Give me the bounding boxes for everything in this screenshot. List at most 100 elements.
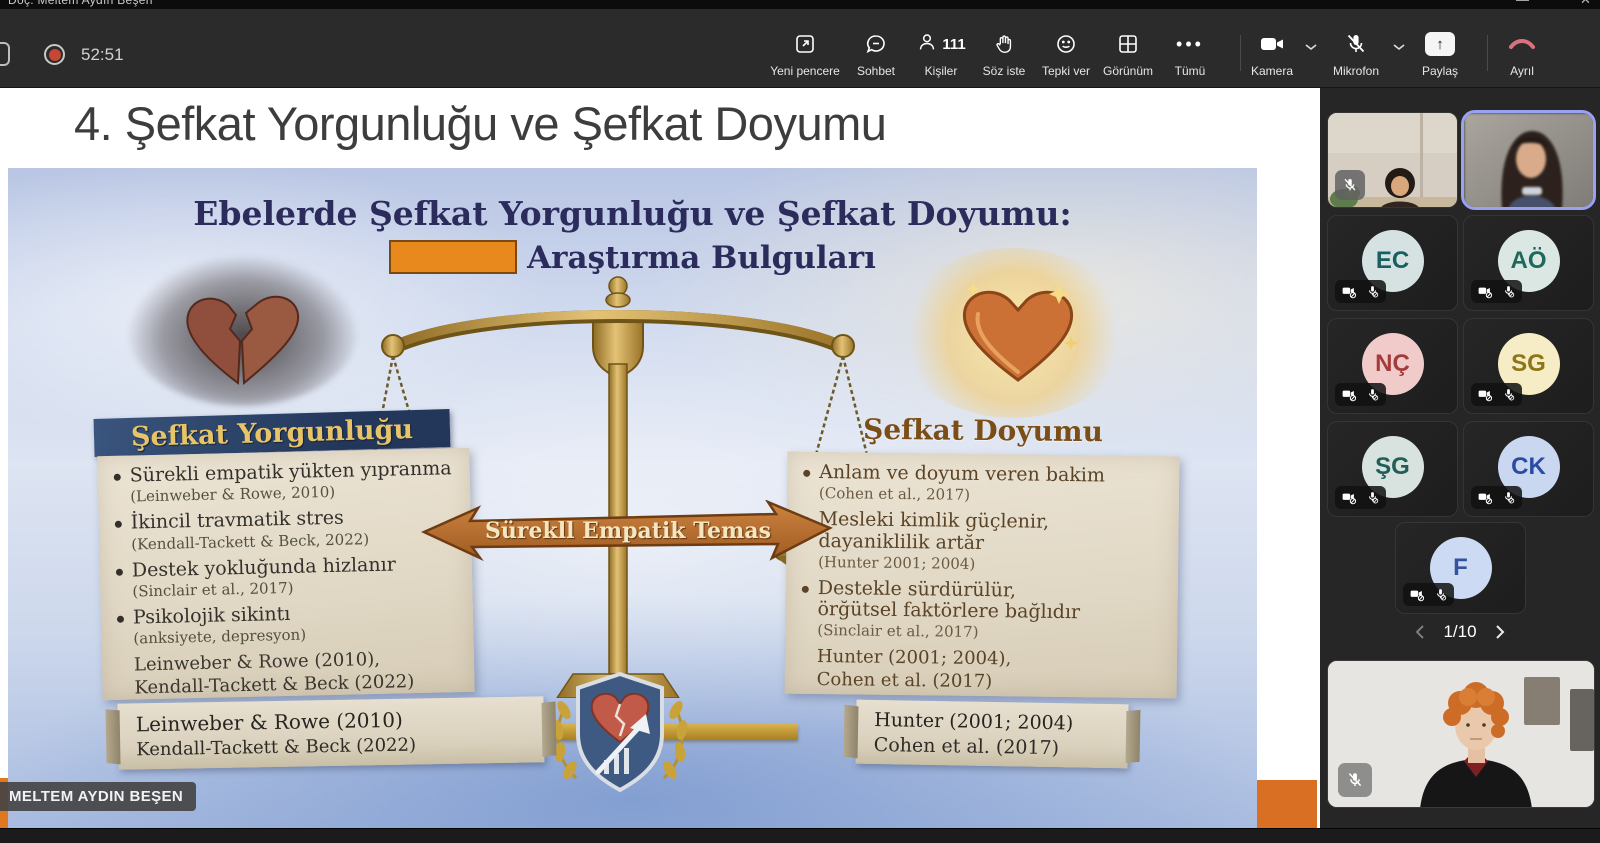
page-indicator: 1/10: [1443, 622, 1476, 642]
camera-off-icon: [1342, 388, 1357, 402]
participant-tile[interactable]: SG: [1463, 318, 1594, 414]
view-grid-icon: [1116, 31, 1140, 57]
mic-muted-icon: [1344, 31, 1368, 57]
bullet-text: Sürekli empatik yükten yıpranma: [129, 457, 451, 486]
leave-button[interactable]: Ayrıl: [1482, 31, 1562, 78]
active-speaker-video: [1464, 113, 1594, 208]
participant-tile[interactable]: CK: [1463, 421, 1594, 517]
timer-icon: [0, 42, 10, 66]
glowing-heart-icon: [953, 276, 1083, 392]
participants-pagination: 1/10: [1320, 620, 1600, 644]
participant-tile[interactable]: F: [1395, 522, 1526, 614]
mic-off-icon: [1502, 490, 1515, 505]
bullet-text: İkincil travmatik stres: [131, 507, 344, 534]
mic-off-icon: [1502, 284, 1515, 299]
next-page-icon[interactable]: [1495, 624, 1506, 640]
hangup-icon: [1507, 31, 1537, 57]
slide-title: 4. Şefkat Yorgunluğu ve Şefkat Doyumu: [74, 96, 886, 151]
window-titlebar: Doç. Meltem Aydın Beşen — ✕: [0, 0, 1600, 9]
window-bottom-bar: [0, 828, 1600, 843]
participant-tile[interactable]: ŞG: [1327, 421, 1458, 517]
camera-off-icon: [1342, 285, 1357, 299]
raise-hand-icon: [993, 31, 1015, 57]
shared-presentation: 4. Şefkat Yorgunluğu ve Şefkat Doyumu Eb…: [0, 88, 1320, 828]
broken-heart-icon: [178, 283, 308, 393]
compassion-fatigue-panel: Sürekli empatik yükten yıpranma (Leinweb…: [97, 448, 474, 700]
camera-off-icon: [1478, 491, 1493, 505]
meeting-toolbar: 52:51 Yeni pencere Sohbet 111: [0, 9, 1600, 88]
camera-off-icon: [1478, 388, 1493, 402]
status-pill: [1335, 486, 1386, 509]
status-pill: [1471, 383, 1522, 406]
bullet-text: Anlam ve doyum veren bakim: [819, 461, 1105, 486]
slide-illustration: Ebelerde Şefkat Yorgunluğu ve Şefkat Doy…: [8, 168, 1257, 828]
share-button[interactable]: ↑ Paylaş: [1400, 31, 1480, 78]
prev-page-icon[interactable]: [1414, 624, 1425, 640]
chat-icon: [864, 31, 888, 57]
slide-orange-accent: [1257, 780, 1317, 828]
right-panel-header: Şefkat Doyumu: [788, 412, 1178, 449]
camera-button[interactable]: Kamera: [1230, 31, 1314, 78]
shield-emblem: [538, 668, 702, 796]
left-citation-scroll: Leinweber & Rowe (2010) Kendall-Tackett …: [117, 696, 544, 769]
share-icon: ↑: [1425, 31, 1455, 57]
status-pill: [1335, 383, 1386, 406]
status-pill: [1471, 280, 1522, 303]
camera-off-icon: [1410, 588, 1425, 602]
muted-overlay: [1338, 763, 1372, 797]
participant-tile[interactable]: EC: [1327, 215, 1458, 311]
people-icon: [916, 30, 938, 59]
center-banner: Sürekll Empatik Temas: [420, 500, 836, 562]
teams-meeting-window: Doç. Meltem Aydın Beşen — ✕ 52:51 Yeni p…: [0, 0, 1600, 843]
mic-off-icon: [1502, 387, 1515, 402]
center-banner-text: Sürekll Empatik Temas: [420, 518, 836, 544]
mic-off-icon: [1342, 177, 1358, 193]
video-tile-active-speaker[interactable]: [1463, 112, 1594, 208]
mic-button[interactable]: Mikrofon: [1314, 31, 1398, 78]
bullet-text: Mesleki kimlik güçlenir, dayaniklilik ar…: [818, 508, 1049, 553]
status-pill: [1471, 486, 1522, 509]
recording-indicator: 52:51: [44, 44, 124, 65]
participant-tile[interactable]: NÇ: [1327, 318, 1458, 414]
video-tile-participant[interactable]: [1327, 112, 1458, 208]
camera-off-icon: [1478, 285, 1493, 299]
mic-off-icon: [1434, 587, 1447, 602]
mic-off-icon: [1366, 490, 1379, 505]
camera-icon: [1258, 31, 1286, 57]
react-icon: [1054, 31, 1078, 57]
more-dots-icon: •••: [1176, 31, 1204, 57]
bullet-cite: (Sinclair et al., 2017): [132, 579, 294, 601]
presenter-name-label: MELTEM AYDIN BEŞEN: [0, 782, 196, 811]
mic-off-icon: [1366, 284, 1379, 299]
mic-off-icon: [1366, 387, 1379, 402]
recording-icon: [44, 44, 65, 65]
right-panel-citations: Hunter (2001; 2004), Cohen et al. (2017): [817, 646, 1164, 695]
window-title: Doç. Meltem Aydın Beşen: [8, 0, 153, 7]
participants-sidebar: EC AÖ: [1320, 88, 1600, 828]
compassion-satisfaction-panel: Anlam ve doyum veren bakim (Cohen et al.…: [785, 452, 1180, 699]
bullet-cite: (Cohen et al., 2017): [819, 484, 970, 504]
bullet-cite: (Sinclair et al., 2017): [817, 621, 978, 641]
meeting-timer: 52:51: [81, 45, 124, 65]
bullet-cite: (Hunter 2001; 2004): [818, 553, 975, 573]
poster-heading-line1: Ebelerde Şefkat Yorgunluğu ve Şefkat Doy…: [8, 194, 1257, 233]
new-window-icon: [793, 31, 817, 57]
minimize-button[interactable]: —: [1516, 0, 1529, 7]
participant-tile[interactable]: AÖ: [1463, 215, 1594, 311]
close-button[interactable]: ✕: [1580, 0, 1591, 8]
mic-off-icon: [1346, 771, 1364, 789]
more-button[interactable]: ••• Tümü: [1148, 31, 1232, 78]
status-pill: [1335, 280, 1386, 303]
bullet-text: Destekle sürdürülür, örğütsel faktörlere…: [817, 577, 1080, 623]
bullet-cite: (anksiyete, depresyon): [133, 626, 306, 648]
status-pill: [1403, 583, 1454, 606]
muted-overlay: [1335, 170, 1365, 200]
left-panel-citations: Leinweber & Rowe (2010), Kendall-Tackett…: [134, 647, 461, 699]
right-citation-scroll: Hunter (2001; 2004) Cohen et al. (2017): [855, 700, 1128, 769]
bullet-text: Destek yokluğunda hizlanır: [132, 553, 396, 581]
bullet-cite: (Kendall-Tackett & Beck, 2022): [131, 530, 369, 553]
bullet-text: Psikolojik sikintı: [133, 603, 291, 629]
bullet-cite: (Leinweber & Rowe, 2010): [130, 483, 335, 506]
camera-off-icon: [1342, 491, 1357, 505]
presenter-video-tile[interactable]: [1327, 660, 1595, 808]
